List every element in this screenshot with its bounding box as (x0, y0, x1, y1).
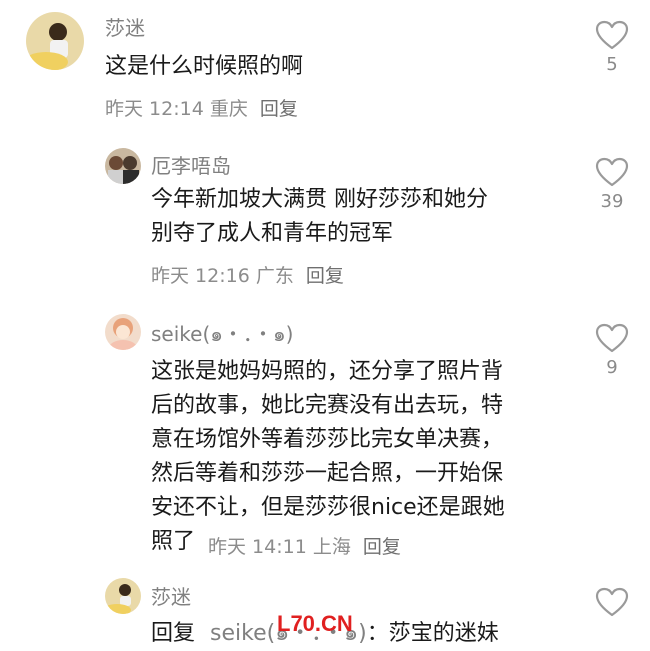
reply-text: ：莎宝的迷妹 (366, 621, 499, 646)
avatar[interactable] (105, 578, 141, 614)
avatar-image (105, 578, 141, 614)
comment-4: 莎迷 回复 seike(๑・．・๑)：莎宝的迷妹 (0, 0, 650, 646)
commenter-name[interactable]: 莎迷 (151, 581, 191, 610)
watermark: L70.CN (277, 611, 353, 636)
reply-prefix: 回复 (151, 621, 196, 646)
heart-icon (595, 587, 629, 617)
like-button[interactable] (592, 587, 632, 617)
